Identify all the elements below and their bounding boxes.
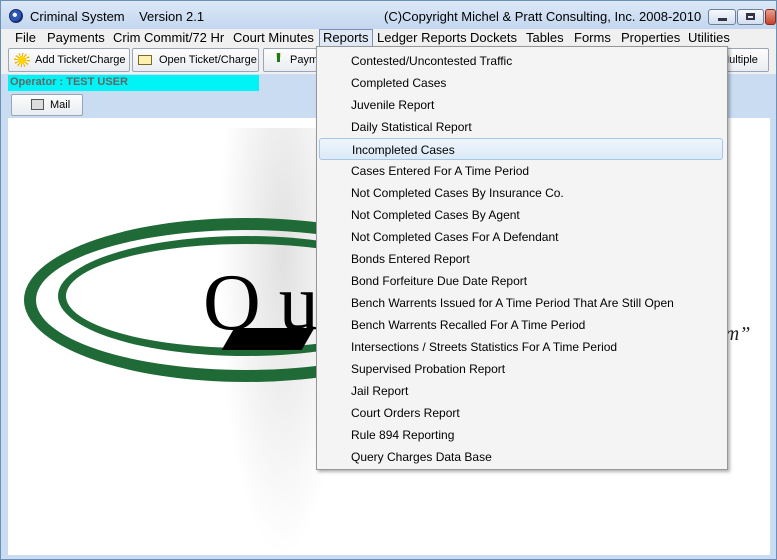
mail-label: Mail (50, 99, 71, 111)
report-daily-statistical[interactable]: Daily Statistical Report (319, 116, 723, 138)
report-cases-entered-time-period[interactable]: Cases Entered For A Time Period (319, 160, 723, 182)
menu-reports[interactable]: Reports (319, 29, 373, 47)
payments-button[interactable]: Paym (263, 48, 317, 72)
window-title: Criminal System Version 2.1 (30, 9, 204, 24)
runner-icon (272, 53, 284, 67)
app-name: Criminal System (30, 9, 125, 24)
menu-tables[interactable]: Tables (523, 30, 567, 46)
minimize-button[interactable] (708, 9, 736, 25)
menu-ledger-reports[interactable]: Ledger Reports (374, 30, 470, 46)
add-ticket-label: Add Ticket/Charge (35, 54, 126, 66)
menu-dockets[interactable]: Dockets (467, 30, 520, 46)
menu-court-minutes[interactable]: Court Minutes (230, 30, 317, 46)
report-completed-cases[interactable]: Completed Cases (319, 72, 723, 94)
reports-dropdown-menu: Contested/Uncontested Traffic Completed … (316, 46, 728, 470)
folder-icon (138, 55, 152, 65)
report-not-completed-for-defendant[interactable]: Not Completed Cases For A Defendant (319, 226, 723, 248)
logo-brush-stroke (221, 328, 315, 350)
menu-file[interactable]: File (12, 30, 39, 46)
maximize-button[interactable] (737, 9, 764, 25)
mail-icon (31, 99, 44, 110)
sun-icon (14, 53, 30, 67)
app-window: Criminal System Version 2.1 (C)Copyright… (0, 0, 777, 560)
close-button[interactable] (765, 9, 776, 25)
open-ticket-button[interactable]: Open Ticket/Charge (132, 48, 259, 72)
minimize-icon (718, 18, 727, 21)
payments-label: Paym (290, 54, 317, 66)
report-rule-894[interactable]: Rule 894 Reporting (319, 424, 723, 446)
report-bond-forfeiture-due-date[interactable]: Bond Forfeiture Due Date Report (319, 270, 723, 292)
report-supervised-probation[interactable]: Supervised Probation Report (319, 358, 723, 380)
report-bonds-entered[interactable]: Bonds Entered Report (319, 248, 723, 270)
report-not-completed-by-insurance[interactable]: Not Completed Cases By Insurance Co. (319, 182, 723, 204)
maximize-icon (746, 13, 755, 20)
report-incompleted-cases[interactable]: Incompleted Cases (319, 138, 723, 160)
report-not-completed-by-agent[interactable]: Not Completed Cases By Agent (319, 204, 723, 226)
app-globe-icon (9, 9, 23, 23)
menu-crim-commit[interactable]: Crim Commit/72 Hr (110, 30, 227, 46)
copyright-text: (C)Copyright Michel & Pratt Consulting, … (384, 9, 702, 24)
report-juvenile[interactable]: Juvenile Report (319, 94, 723, 116)
open-ticket-label: Open Ticket/Charge (159, 54, 257, 66)
menu-utilities[interactable]: Utilities (685, 30, 733, 46)
report-court-orders[interactable]: Court Orders Report (319, 402, 723, 424)
report-contested-uncontested-traffic[interactable]: Contested/Uncontested Traffic (319, 50, 723, 72)
mail-button[interactable]: Mail (11, 94, 83, 116)
report-bench-warrents-issued-open[interactable]: Bench Warrents Issued for A Time Period … (319, 292, 723, 314)
report-query-charges-database[interactable]: Query Charges Data Base (319, 446, 723, 468)
menu-properties[interactable]: Properties (618, 30, 683, 46)
report-bench-warrents-recalled[interactable]: Bench Warrents Recalled For A Time Perio… (319, 314, 723, 336)
app-version: Version 2.1 (139, 9, 205, 24)
operator-status: Operator : TEST USER (8, 75, 259, 91)
menu-payments[interactable]: Payments (44, 30, 108, 46)
report-jail[interactable]: Jail Report (319, 380, 723, 402)
add-ticket-button[interactable]: Add Ticket/Charge (8, 48, 130, 72)
menu-forms[interactable]: Forms (571, 30, 614, 46)
title-bar[interactable]: Criminal System Version 2.1 (C)Copyright… (1, 1, 776, 29)
report-intersections-streets-statistics[interactable]: Intersections / Streets Statistics For A… (319, 336, 723, 358)
